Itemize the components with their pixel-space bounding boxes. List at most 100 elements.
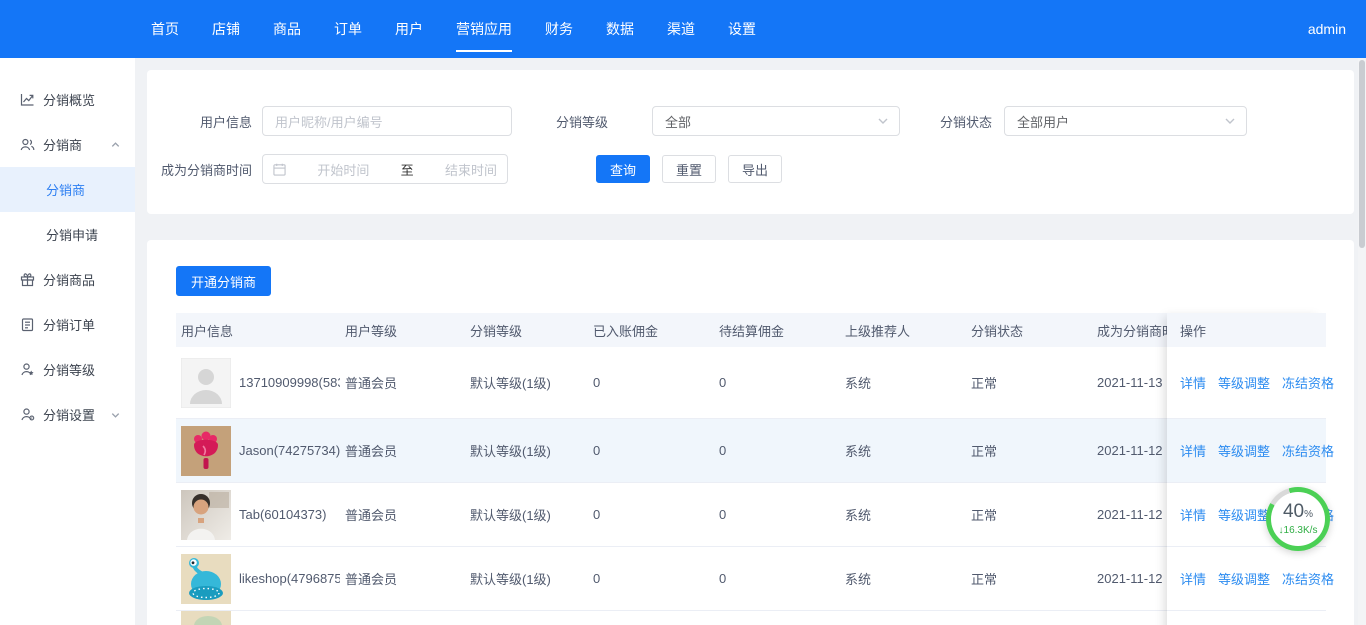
nav-item-3[interactable]: 商品	[273, 0, 301, 58]
status-select-value: 全部用户	[1017, 112, 1069, 131]
freeze-link[interactable]: 冻结资格	[1282, 441, 1334, 460]
pending-commission-cell: 0	[714, 507, 840, 522]
dist-level-cell: 默认等级(1级)	[465, 373, 588, 392]
level-adjust-link[interactable]: 等级调整	[1218, 569, 1270, 588]
settled-commission-cell: 0	[588, 375, 714, 390]
user-level-cell: 普通会员	[340, 505, 465, 524]
sidebar-item-分销概览[interactable]: 分销概览	[0, 77, 135, 122]
filter-row-1: 用户信息 用户昵称/用户编号 分销等级 全部 分销状态 全部用户	[147, 106, 1354, 136]
gift-icon	[20, 272, 35, 287]
sidebar-item-分销订单[interactable]: 分销订单	[0, 302, 135, 347]
table-header: 用户信息用户等级分销等级已入账佣金待结算佣金上级推荐人分销状态成为分销商时间	[176, 313, 1326, 347]
column-header-用户信息: 用户信息	[176, 321, 340, 340]
date-range-separator: 至	[401, 160, 414, 179]
level-select[interactable]: 全部	[652, 106, 900, 136]
dist-level-cell: 默认等级(1级)	[465, 569, 588, 588]
progress-ring: 40% ↓16.3K/s	[1266, 487, 1330, 551]
sidebar-item-label: 分销商	[43, 135, 82, 154]
chevron-down-icon	[877, 115, 889, 127]
column-header-分销等级: 分销等级	[465, 321, 588, 340]
end-time-placeholder: 结束时间	[445, 160, 497, 179]
scrollbar-thumb[interactable]	[1359, 60, 1365, 248]
sidebar-item-分销设置[interactable]: 分销设置	[0, 392, 135, 437]
reset-button[interactable]: 重置	[662, 155, 716, 183]
level-adjust-link[interactable]: 等级调整	[1218, 441, 1270, 460]
column-header-操作: 操作	[1167, 313, 1326, 347]
user-level-cell: 普通会员	[340, 373, 465, 392]
open-distributor-button[interactable]: 开通分销商	[176, 266, 271, 296]
referrer-cell: 系统	[840, 441, 966, 460]
export-button[interactable]: 导出	[728, 155, 782, 183]
pending-commission-cell: 0	[714, 571, 840, 586]
column-header-用户等级: 用户等级	[340, 321, 465, 340]
pending-commission-cell: 0	[714, 443, 840, 458]
user-info-cell: Jason(74275734)	[176, 426, 340, 476]
nav-item-5[interactable]: 用户	[395, 0, 423, 58]
action-cell: 详情等级调整冻结资格	[1167, 419, 1326, 483]
detail-link[interactable]: 详情	[1180, 505, 1206, 524]
status-select[interactable]: 全部用户	[1004, 106, 1247, 136]
nav-item-6[interactable]: 营销应用	[456, 0, 512, 58]
table-row[interactable]: likeshop(47968757)普通会员默认等级(1级)00系统正常2021…	[176, 547, 1326, 611]
nav-item-9[interactable]: 渠道	[667, 0, 695, 58]
user-info-cell	[176, 611, 340, 625]
sidebar-subitem-分销申请[interactable]: 分销申请	[0, 212, 135, 257]
level-select-value: 全部	[665, 112, 691, 131]
chevron-down-icon	[1224, 115, 1236, 127]
column-header-分销状态: 分销状态	[966, 321, 1092, 340]
user-info-cell: 13710909998(58336707)	[176, 358, 340, 408]
detail-link[interactable]: 详情	[1180, 441, 1206, 460]
filter-row-2: 成为分销商时间 开始时间 至 结束时间 查询 重置 导出	[147, 154, 1354, 184]
settled-commission-cell: 0	[588, 571, 714, 586]
user-level-icon	[20, 362, 35, 377]
date-range-input[interactable]: 开始时间 至 结束时间	[262, 154, 508, 184]
referrer-cell: 系统	[840, 373, 966, 392]
status-cell: 正常	[966, 505, 1092, 524]
sidebar-item-分销等级[interactable]: 分销等级	[0, 347, 135, 392]
admin-user-menu[interactable]: admin	[1308, 21, 1366, 37]
distributor-table: 用户信息用户等级分销等级已入账佣金待结算佣金上级推荐人分销状态成为分销商时间 1…	[176, 313, 1326, 625]
nav-item-4[interactable]: 订单	[334, 0, 362, 58]
referrer-cell: 系统	[840, 569, 966, 588]
user-info-cell: Tab(60104373)	[176, 490, 340, 540]
level-adjust-link[interactable]: 等级调整	[1218, 505, 1270, 524]
fixed-action-column: 操作详情等级调整冻结资格详情等级调整冻结资格详情等级调整冻结资格详情等级调整冻结…	[1167, 313, 1326, 625]
user-info-cell: likeshop(47968757)	[176, 554, 340, 604]
sidebar: 分销概览分销商分销商分销申请分销商品分销订单分销等级分销设置	[0, 58, 135, 625]
status-cell: 正常	[966, 441, 1092, 460]
sidebar-item-分销商[interactable]: 分销商	[0, 122, 135, 167]
freeze-link[interactable]: 冻结资格	[1282, 373, 1334, 392]
search-button[interactable]: 查询	[596, 155, 650, 183]
table-row[interactable]: Jason(74275734)普通会员默认等级(1级)00系统正常2021-11…	[176, 419, 1326, 483]
sidebar-item-label: 分销订单	[43, 315, 95, 334]
nav-item-10[interactable]: 设置	[728, 0, 756, 58]
column-header-待结算佣金: 待结算佣金	[714, 321, 840, 340]
user-name: 13710909998(58336707)	[239, 372, 339, 393]
sidebar-subitem-分销商[interactable]: 分销商	[0, 167, 135, 212]
tan-partial-avatar	[181, 611, 231, 625]
user-info-input[interactable]: 用户昵称/用户编号	[262, 106, 512, 136]
level-adjust-link[interactable]: 等级调整	[1218, 373, 1270, 392]
settled-commission-cell: 0	[588, 443, 714, 458]
start-time-placeholder: 开始时间	[317, 160, 369, 179]
freeze-link[interactable]: 冻结资格	[1282, 569, 1334, 588]
nav-item-2[interactable]: 店铺	[212, 0, 240, 58]
user-info-placeholder: 用户昵称/用户编号	[275, 112, 383, 131]
nav-item-7[interactable]: 财务	[545, 0, 573, 58]
user-settings-icon	[20, 407, 35, 422]
user-info-label: 用户信息	[147, 112, 262, 131]
become-time-label: 成为分销商时间	[147, 160, 262, 179]
table-row[interactable]	[176, 611, 1326, 625]
pending-commission-cell: 0	[714, 375, 840, 390]
sidebar-item-分销商品[interactable]: 分销商品	[0, 257, 135, 302]
nav-item-1[interactable]: 首页	[151, 0, 179, 58]
nav-item-8[interactable]: 数据	[606, 0, 634, 58]
table-row[interactable]: Tab(60104373)普通会员默认等级(1级)00系统正常2021-11-1…	[176, 483, 1326, 547]
detail-link[interactable]: 详情	[1180, 373, 1206, 392]
page-scrollbar[interactable]	[1358, 58, 1366, 625]
status-cell: 正常	[966, 569, 1092, 588]
top-navbar: 首页店铺商品订单用户营销应用财务数据渠道设置 admin	[0, 0, 1366, 58]
table-body: 13710909998(58336707)普通会员默认等级(1级)00系统正常2…	[176, 347, 1326, 625]
detail-link[interactable]: 详情	[1180, 569, 1206, 588]
table-row[interactable]: 13710909998(58336707)普通会员默认等级(1级)00系统正常2…	[176, 347, 1326, 419]
